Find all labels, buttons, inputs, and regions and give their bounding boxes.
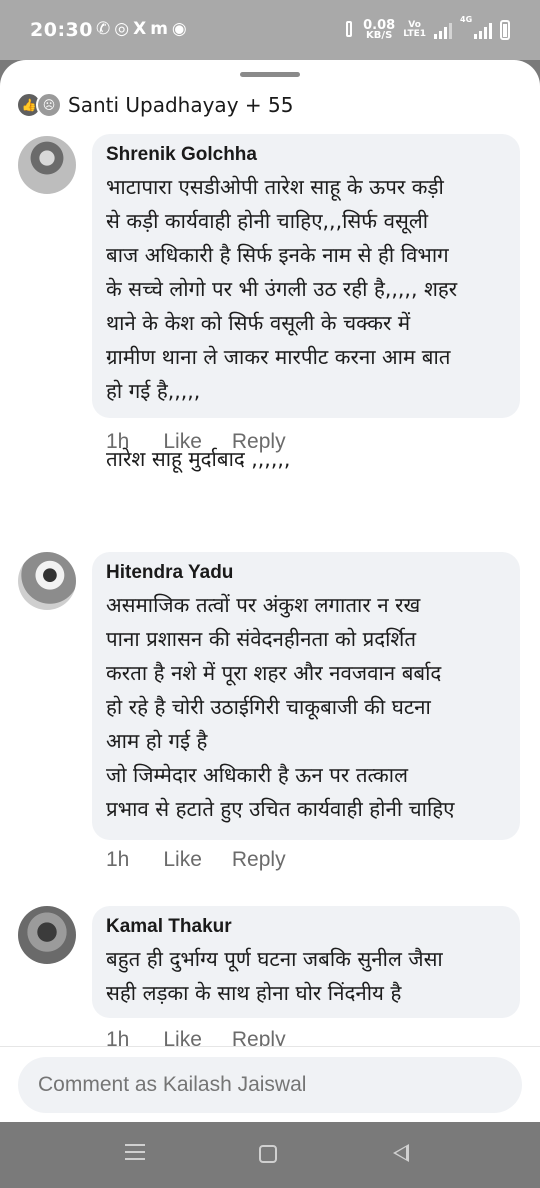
x-icon: X xyxy=(133,19,151,39)
comment-actions: 1h Like Reply xyxy=(106,848,286,872)
whatsapp-icon: ✆ xyxy=(96,19,115,39)
reply-button[interactable]: Reply xyxy=(232,848,286,872)
status-bar: 20:30 ✆◎Xm◉ 0.08 KB/S Vo LTE1 4G xyxy=(0,0,540,60)
comment-text: असमाजिक तत्वों पर अंकुश लगातार न रख पाना… xyxy=(106,593,455,821)
comment-author[interactable]: Shrenik Golchha xyxy=(106,144,504,166)
comment-bubble[interactable]: Kamal Thakur बहुत ही दुर्भाग्य पूर्ण घटन… xyxy=(92,906,520,1018)
instagram-icon: ◎ xyxy=(114,19,134,39)
comment-author[interactable]: Kamal Thakur xyxy=(106,916,504,938)
comment-bubble[interactable]: Shrenik Golchha भाटापारा एसडीओपी तारेश स… xyxy=(92,134,520,471)
notification-icons: ✆◎Xm◉ xyxy=(96,19,191,39)
back-icon[interactable] xyxy=(393,1144,409,1162)
volte-bottom: LTE1 xyxy=(403,29,426,39)
battery-icon xyxy=(500,20,510,40)
reply-button[interactable]: Reply xyxy=(232,430,286,454)
signal-2-icon: 4G xyxy=(460,15,492,39)
menu-icon[interactable] xyxy=(125,1144,145,1162)
comment-time: 1h xyxy=(106,430,130,453)
reactors-text: Santi Upadhayay + 55 xyxy=(68,93,294,117)
comment-composer xyxy=(0,1046,540,1122)
comment-time: 1h xyxy=(106,848,130,871)
like-button[interactable]: Like xyxy=(163,848,202,872)
messenger-icon: ◉ xyxy=(171,19,191,39)
comments-sheet: 👍 ☹ Santi Upadhayay + 55 Shrenik Golchha… xyxy=(0,60,540,1122)
reactions-summary[interactable]: 👍 ☹ Santi Upadhayay + 55 xyxy=(16,92,293,118)
sad-icon: ☹ xyxy=(36,92,62,118)
signal-1-icon xyxy=(434,21,452,39)
clock: 20:30 xyxy=(30,19,93,41)
avatar[interactable] xyxy=(18,136,76,194)
avatar[interactable] xyxy=(18,906,76,964)
avatar[interactable] xyxy=(18,552,76,610)
comment-actions: 1h Like Reply xyxy=(106,430,286,454)
home-icon[interactable] xyxy=(259,1145,277,1163)
drag-handle[interactable] xyxy=(240,72,300,77)
vibrate-icon xyxy=(343,20,355,40)
like-button[interactable]: Like xyxy=(163,430,202,454)
m-icon: m xyxy=(150,19,172,39)
network-type-label: 4G xyxy=(460,15,473,24)
system-indicators: 0.08 KB/S Vo LTE1 4G xyxy=(343,15,510,44)
comment-author[interactable]: Hitendra Yadu xyxy=(106,562,504,584)
volte-indicator: Vo LTE1 xyxy=(403,21,426,39)
comment-bubble[interactable]: Hitendra Yadu असमाजिक तत्वों पर अंकुश लग… xyxy=(92,552,520,840)
comment-text: बहुत ही दुर्भाग्य पूर्ण घटना जबकि सुनील … xyxy=(106,947,443,1005)
network-speed: 0.08 KB/S xyxy=(363,19,395,41)
network-speed-unit: KB/S xyxy=(366,29,393,41)
comment-input[interactable] xyxy=(18,1057,522,1113)
system-nav-bar xyxy=(0,1122,540,1188)
